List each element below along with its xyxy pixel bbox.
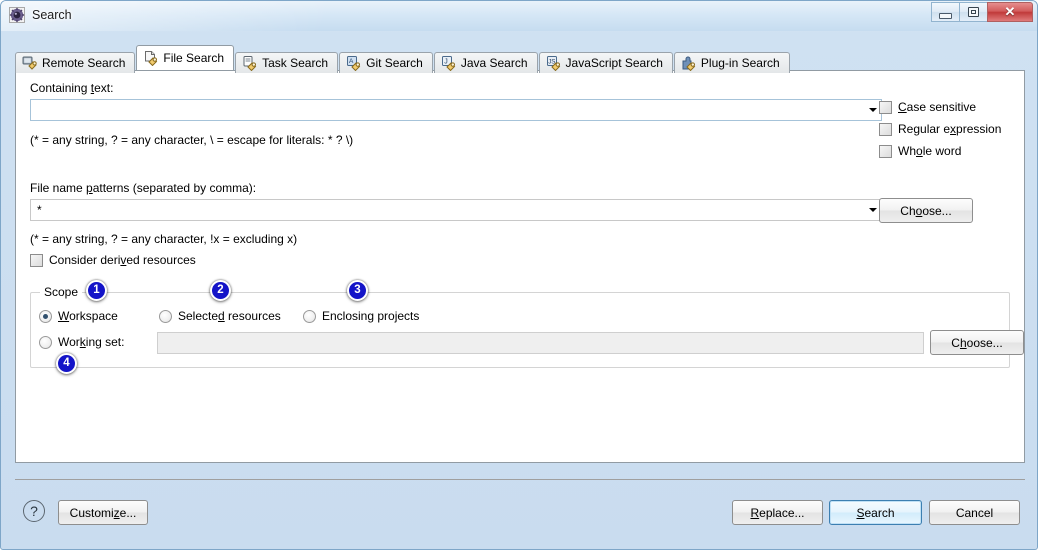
svg-text:A: A xyxy=(349,58,354,65)
containing-text-label: Containing text: xyxy=(30,81,114,95)
file-patterns-label: File name patterns (separated by comma): xyxy=(30,181,257,195)
search-options-group: Case sensitive Regular expression Whole … xyxy=(879,100,1001,166)
scope-group: Scope Workspace Selected resources Enclo… xyxy=(30,285,1024,368)
file-patterns-combo[interactable]: * xyxy=(30,199,882,221)
tab-git-search[interactable]: A Git Search xyxy=(339,52,433,73)
search-button[interactable]: Search xyxy=(829,500,922,525)
radio-label: Working set: xyxy=(58,335,125,349)
choose-working-set-button[interactable]: Ch oose... xyxy=(930,330,1024,355)
annotation-badge-4: 4 xyxy=(56,353,77,374)
tab-label: Java Search xyxy=(460,56,528,70)
checkbox-label: Regular expression xyxy=(898,122,1002,136)
search-dialog-window: Search ✕ Remote Search File Search Task … xyxy=(0,0,1038,550)
radio-button[interactable] xyxy=(303,309,316,323)
tab-file-search[interactable]: File Search xyxy=(136,45,235,70)
file-search-panel: Containing text: (* = any string, ? = an… xyxy=(15,70,1025,463)
containing-text-combo[interactable] xyxy=(30,99,882,121)
consider-derived-resources-checkbox[interactable]: Consider derived resources xyxy=(30,253,196,267)
containing-text-hint: (* = any string, ? = any character, \ = … xyxy=(30,133,354,147)
minimize-button[interactable] xyxy=(931,2,960,22)
task-search-icon xyxy=(242,55,258,72)
close-button[interactable]: ✕ xyxy=(987,2,1033,22)
plugin-search-icon xyxy=(681,55,697,72)
footer-separator xyxy=(15,479,1025,480)
radio-label: Selected resources xyxy=(178,309,281,323)
tab-label: JavaScript Search xyxy=(565,56,663,70)
checkbox-box[interactable] xyxy=(30,253,43,267)
radio-button[interactable] xyxy=(39,335,52,349)
radio-label: Enclosing projects xyxy=(322,309,420,323)
annotation-badge-1: 1 xyxy=(86,280,107,301)
radio-button[interactable] xyxy=(159,309,172,323)
scope-legend: Scope xyxy=(40,285,83,299)
checkbox-box[interactable] xyxy=(879,144,892,158)
java-search-icon: J xyxy=(441,55,457,72)
tab-label: Git Search xyxy=(366,56,423,70)
customize-button[interactable]: Customi z e... xyxy=(58,500,148,525)
file-search-icon xyxy=(143,50,159,67)
search-gear-icon xyxy=(9,7,25,23)
checkbox-label: Whole word xyxy=(898,144,962,158)
scope-enclosing-projects-radio[interactable]: Enclosing projects xyxy=(303,309,419,323)
checkbox-label: Consider derived resources xyxy=(49,253,196,267)
checkbox-box[interactable] xyxy=(879,122,892,136)
annotation-badge-3: 3 xyxy=(347,280,368,301)
choose-file-patterns-button[interactable]: Ch o ose... xyxy=(879,198,973,223)
case-sensitive-checkbox[interactable]: Case sensitive xyxy=(879,100,1001,114)
working-set-field[interactable] xyxy=(157,332,924,354)
radio-label: Workspace xyxy=(58,309,118,323)
git-search-icon: A xyxy=(346,55,362,72)
javascript-search-icon: JS xyxy=(546,55,562,72)
tab-task-search[interactable]: Task Search xyxy=(235,52,339,73)
scope-working-set-radio[interactable]: Working set: xyxy=(39,335,124,349)
regular-expression-checkbox[interactable]: Regular expression xyxy=(879,122,1001,136)
tab-label: Remote Search xyxy=(42,56,126,70)
checkbox-label: Case sensitive xyxy=(898,100,977,114)
scope-workspace-radio[interactable]: Workspace xyxy=(39,309,118,323)
scope-selected-resources-radio[interactable]: Selected resources xyxy=(159,309,281,323)
tab-remote-search[interactable]: Remote Search xyxy=(15,52,136,73)
help-button[interactable]: ? xyxy=(23,500,45,522)
annotation-badge-2: 2 xyxy=(210,280,231,301)
file-patterns-hint: (* = any string, ? = any character, !x =… xyxy=(30,232,298,246)
title-bar: Search ✕ xyxy=(1,1,1037,29)
caption-buttons: ✕ xyxy=(931,2,1033,22)
tab-label: File Search xyxy=(163,51,225,65)
tab-plugin-search[interactable]: Plug-in Search xyxy=(673,52,790,73)
remote-search-icon xyxy=(22,55,38,71)
tab-java-search[interactable]: J Java Search xyxy=(433,52,538,73)
tab-label: Task Search xyxy=(262,56,329,70)
replace-button[interactable]: Replace... xyxy=(732,500,823,525)
maximize-button[interactable] xyxy=(959,2,988,22)
svg-text:J: J xyxy=(444,58,448,65)
cancel-button[interactable]: Cancel xyxy=(929,500,1020,525)
file-patterns-input[interactable]: * xyxy=(37,203,864,217)
window-title: Search xyxy=(32,8,72,22)
tab-label: Plug-in Search xyxy=(700,56,780,70)
radio-button[interactable] xyxy=(39,309,52,323)
whole-word-checkbox[interactable]: Whole word xyxy=(879,144,1001,158)
checkbox-box[interactable] xyxy=(879,100,892,114)
search-tabs: Remote Search File Search Task Search A … xyxy=(15,45,791,73)
tab-javascript-search[interactable]: JS JavaScript Search xyxy=(538,52,673,73)
maximize-icon xyxy=(968,7,979,17)
